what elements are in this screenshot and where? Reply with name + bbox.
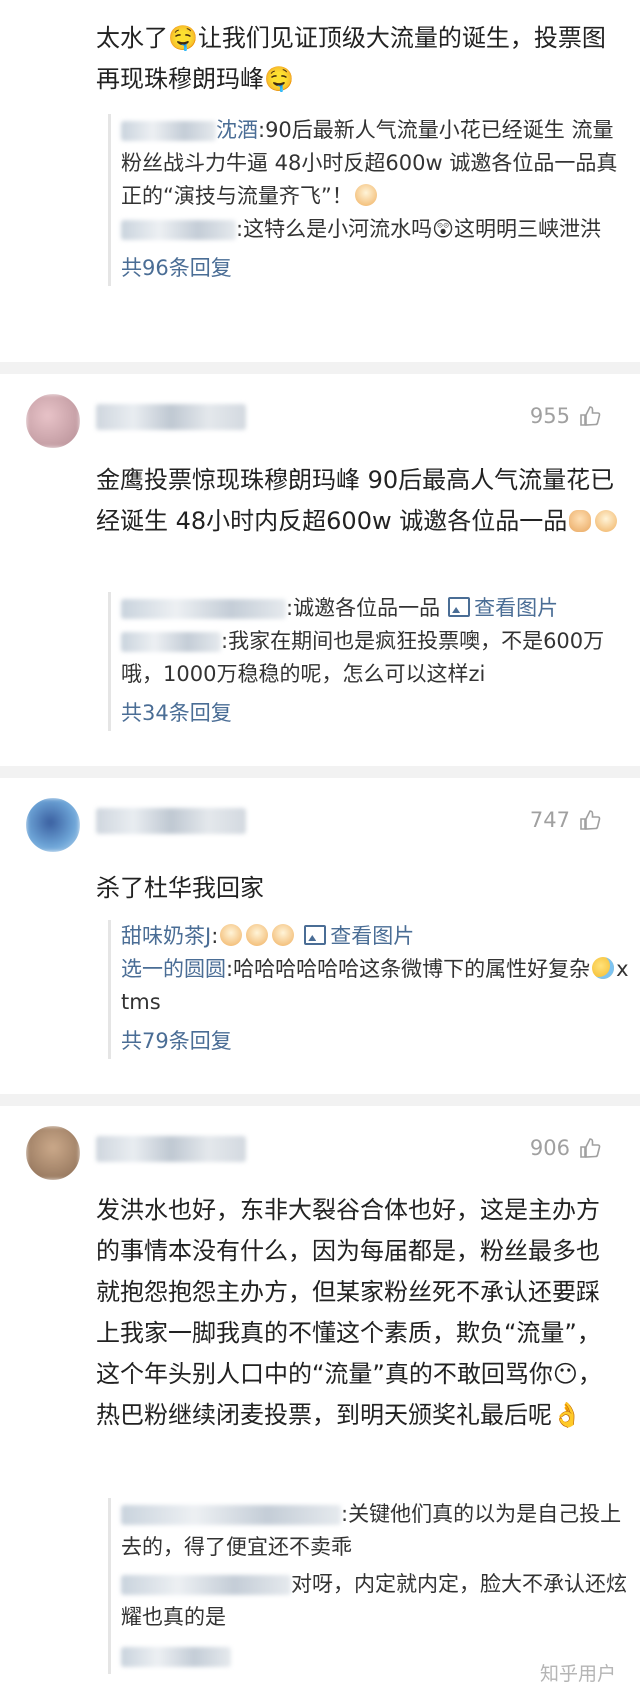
cat-emoji-icon — [246, 924, 269, 946]
avatar[interactable] — [26, 1126, 80, 1180]
reply-author[interactable]: 沈酒 — [121, 118, 258, 142]
comment-body: 金鹰投票惊现珠穆朗玛峰 90后最高人气流量花已经诞生 48小时内反超600w 诚… — [96, 460, 620, 542]
view-image-link[interactable]: 查看图片 — [448, 596, 558, 620]
like-button[interactable]: 955 — [530, 404, 602, 428]
like-count: 747 — [529, 808, 570, 832]
reply-list: 沈酒:90后最新人气流量小花已经诞生 流量粉丝战斗力牛逼 48小时反超600w … — [108, 114, 631, 286]
reply-item[interactable]: :这特么是小河流水吗😲这明明三峡泄洪 — [121, 213, 631, 246]
reply-item[interactable]: :诚邀各位品一品 查看图片 — [121, 592, 631, 625]
divider — [0, 766, 640, 778]
comment-2: 747 杀了杜华我回家 甜味奶茶J: 查看图片 选一的圆圆:哈哈哈哈哈哈这条微博下… — [0, 778, 640, 1094]
username[interactable] — [96, 1136, 246, 1162]
like-button[interactable]: 906 — [530, 1136, 602, 1160]
thumb-up-icon — [580, 1138, 601, 1158]
reply-author[interactable] — [121, 1502, 341, 1526]
reply-list: :关键他们真的以为是自己投上去的，得了便宜还不卖乖 对呀，内定就内定，脸大不承认… — [108, 1498, 631, 1674]
reply-item[interactable]: :我家在期间也是疯狂投票噢，不是600万哦，1000万稳稳的呢，怎么可以这样zi — [121, 625, 631, 691]
divider — [0, 362, 640, 374]
reply-item[interactable]: 甜味奶茶J: 查看图片 — [121, 920, 631, 953]
praying-hands-icon — [569, 510, 592, 532]
username[interactable] — [96, 808, 246, 834]
comment-0: 太水了🤤让我们见证顶级大流量的诞生，投票图再现珠穆朗玛峰🤤 沈酒:90后最新人气… — [0, 0, 640, 362]
like-count: 906 — [529, 1136, 570, 1160]
like-count: 955 — [529, 404, 570, 428]
comment-body: 发洪水也好，东非大裂谷合体也好，这是主办方的事情本没有什么，因为每届都是，粉丝最… — [96, 1196, 602, 1429]
more-replies-link[interactable]: 共96条回复 — [121, 250, 631, 286]
comment-1: 955 金鹰投票惊现珠穆朗玛峰 90后最高人气流量花已经诞生 48小时内反超60… — [0, 374, 640, 766]
more-replies-link[interactable]: 共34条回复 — [121, 695, 631, 731]
zhihu-watermark: 知乎用户 — [539, 1663, 616, 1685]
comment-body: 杀了杜华我回家 — [96, 874, 264, 902]
thumb-up-icon — [580, 406, 601, 426]
reply-list: :诚邀各位品一品 查看图片 :我家在期间也是疯狂投票噢，不是600万哦，1000万… — [108, 592, 631, 731]
reply-item[interactable]: :关键他们真的以为是自己投上去的，得了便宜还不卖乖 — [121, 1498, 631, 1564]
reply-item[interactable]: 选一的圆圆:哈哈哈哈哈哈这条微博下的属性好复杂 xtms — [121, 953, 631, 1019]
cat-emoji-icon — [272, 924, 295, 946]
reply-author[interactable] — [121, 629, 221, 653]
reply-item[interactable]: 对呀，内定就内定，脸大不承认还炫耀也真的是 — [121, 1568, 631, 1634]
image-icon — [304, 925, 327, 945]
more-replies-link[interactable]: 共79条回复 — [121, 1023, 631, 1059]
comment-3: 906 发洪水也好，东非大裂谷合体也好，这是主办方的事情本没有什么，因为每届都是… — [0, 1106, 640, 1700]
avatar[interactable] — [26, 394, 80, 448]
image-icon — [448, 597, 471, 617]
cat-emoji-icon — [595, 510, 618, 532]
view-image-link[interactable]: 查看图片 — [304, 924, 414, 948]
avatar[interactable] — [26, 798, 80, 852]
reply-author[interactable]: 甜味奶茶J — [121, 924, 211, 948]
divider — [0, 1094, 640, 1106]
laughing-crying-icon — [592, 957, 615, 979]
comment-body: 太水了🤤让我们见证顶级大流量的诞生，投票图再现珠穆朗玛峰🤤 — [96, 24, 606, 93]
reply-author[interactable] — [121, 596, 286, 620]
username[interactable] — [96, 404, 246, 430]
reply-author[interactable] — [121, 217, 236, 241]
reply-author[interactable] — [121, 1572, 291, 1596]
reply-list: 甜味奶茶J: 查看图片 选一的圆圆:哈哈哈哈哈哈这条微博下的属性好复杂 xtms 共… — [108, 920, 631, 1059]
cat-emoji-icon — [220, 924, 243, 946]
like-button[interactable]: 747 — [530, 808, 602, 832]
reply-item[interactable]: 沈酒:90后最新人气流量小花已经诞生 流量粉丝战斗力牛逼 48小时反超600w … — [121, 114, 631, 213]
reply-author[interactable]: 选一的圆圆 — [121, 957, 226, 981]
thumb-up-icon — [580, 810, 601, 830]
cat-emoji-icon — [354, 184, 377, 206]
